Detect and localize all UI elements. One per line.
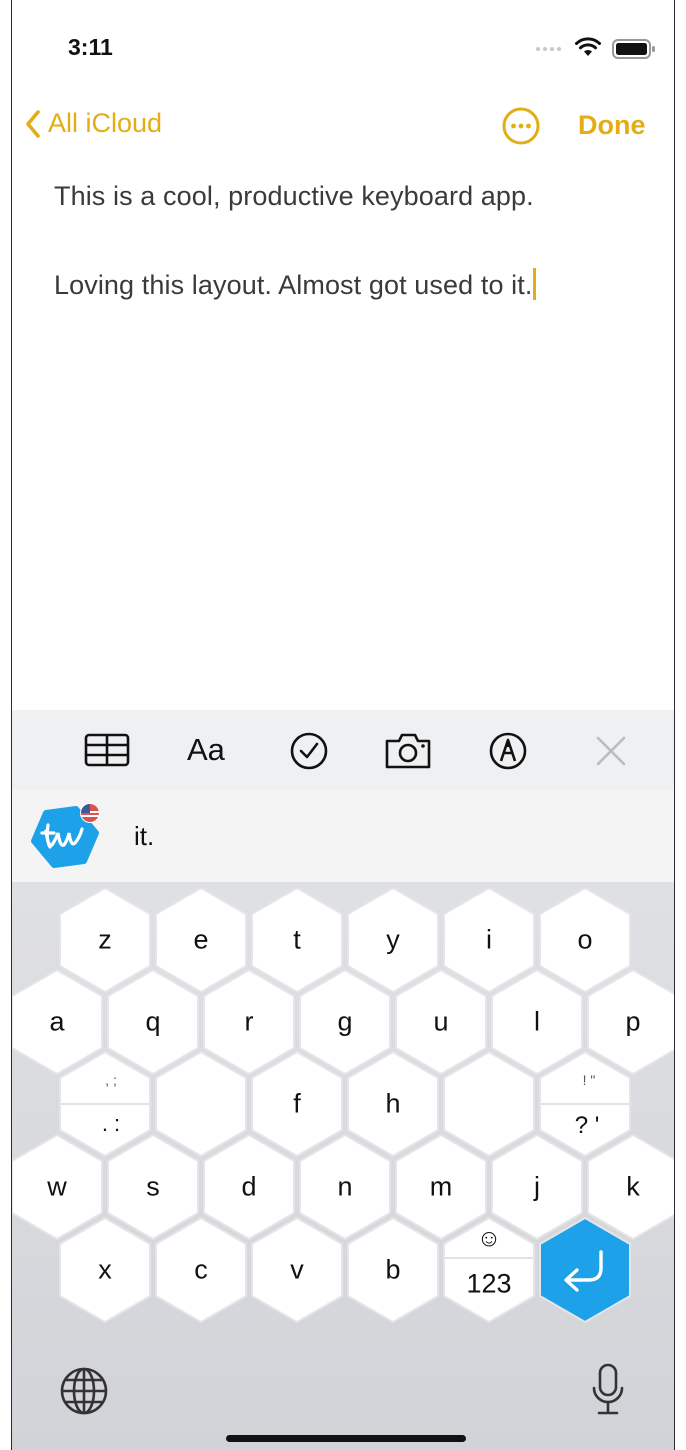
return-key[interactable] [539,1217,631,1323]
key-label-b: b [385,1254,401,1285]
key-label-exclaim-quote: ! " [582,1072,596,1088]
key-label-c: c [194,1254,208,1285]
key-label-s: s [146,1171,160,1202]
key-label-k: k [626,1171,640,1202]
key-label-f: f [293,1088,301,1119]
key-label-v: v [290,1254,304,1285]
key-label-q: q [145,1006,161,1037]
home-indicator [226,1435,466,1442]
key-label-d: d [241,1171,257,1202]
key-label-x: x [98,1254,112,1285]
key-blank-left[interactable] [155,1051,247,1157]
key-label-p: p [625,1006,641,1037]
key-label-o: o [577,924,593,955]
globe-icon[interactable] [58,1365,110,1417]
key-label-y: y [386,924,400,955]
device-frame-right [674,0,686,1450]
key-label-j: j [534,1171,540,1202]
notes-screen: 3:11 All iCloud Done This is a cool, pro… [0,0,686,1450]
key-label-l: l [534,1006,540,1037]
microphone-icon[interactable] [590,1362,626,1418]
key-label-u: u [433,1006,449,1037]
key-label-123: 123 [466,1268,512,1299]
key-label-comma-semicolon: , ; [105,1072,117,1088]
key-blank-right[interactable] [443,1051,535,1157]
keyboard-keys [11,887,679,1323]
key-label-period-colon: . : [101,1111,121,1136]
key-label-m: m [429,1171,453,1202]
key-label-g: g [337,1006,353,1037]
key-label-h: h [385,1088,401,1119]
device-frame-left [0,0,12,1450]
key-label-z: z [98,924,112,955]
key-label-i: i [486,924,492,955]
key-label-a: a [49,1006,65,1037]
key-label-n: n [337,1171,353,1202]
key-label-question-apostrophe: ? ' [574,1112,600,1139]
key-label-r: r [244,1006,254,1037]
key-label-w: w [47,1171,67,1202]
key-label-t: t [293,924,301,955]
key-label-e: e [193,924,209,955]
emoji-icon: ☺ [476,1225,502,1252]
